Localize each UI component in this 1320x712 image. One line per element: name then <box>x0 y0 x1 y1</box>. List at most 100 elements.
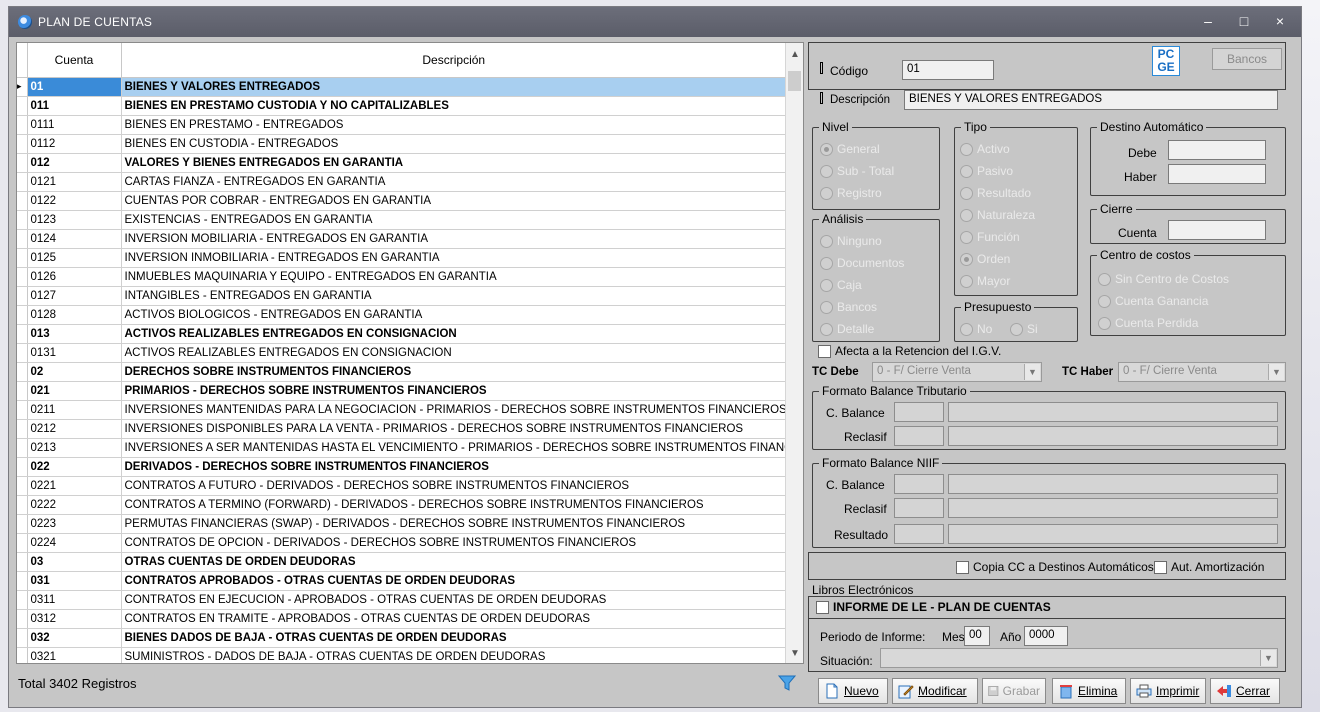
close-button[interactable]: × <box>1269 13 1291 29</box>
table-row[interactable]: 02 DERECHOS SOBRE INSTRUMENTOS FINANCIERO… <box>17 362 787 382</box>
table-row[interactable]: 022 DERIVADOS - DERECHOS SOBRE INSTRUMENT… <box>17 457 787 477</box>
descripcion-cell[interactable]: PERMUTAS FINANCIERAS (SWAP) - DERIVADOS … <box>121 514 787 534</box>
scroll-thumb[interactable] <box>788 71 801 91</box>
niif-cbalance-desc[interactable] <box>948 474 1278 494</box>
table-row[interactable]: 0311 CONTRATOS EN EJECUCION - APROBADOS -… <box>17 590 787 610</box>
table-row[interactable]: 012 VALORES Y BIENES ENTREGADOS EN GARANT… <box>17 153 787 173</box>
tipo-orden-radio[interactable]: Orden <box>960 252 1010 266</box>
descripcion-cell[interactable]: ACTIVOS REALIZABLES ENTREGADOS EN CONSIG… <box>121 343 787 363</box>
filter-icon[interactable] <box>778 674 796 692</box>
tributario-cbalance-code[interactable] <box>894 402 944 422</box>
cuenta-perdida-radio[interactable]: Cuenta Perdida <box>1098 316 1198 330</box>
descripcion-cell[interactable]: INVERSION MOBILIARIA - ENTREGADOS EN GAR… <box>121 229 787 249</box>
cuenta-cell[interactable]: 01 <box>27 77 122 97</box>
descripcion-cell[interactable]: ACTIVOS REALIZABLES ENTREGADOS EN CONSIG… <box>121 324 787 344</box>
table-row[interactable]: 0128 ACTIVOS BIOLOGICOS - ENTREGADOS EN G… <box>17 305 787 325</box>
maximize-button[interactable]: □ <box>1233 13 1255 29</box>
table-row[interactable]: 0312 CONTRATOS EN TRAMITE - APROBADOS - O… <box>17 609 787 629</box>
cuenta-cell[interactable]: 0121 <box>27 172 122 192</box>
cuenta-cell[interactable]: 0213 <box>27 438 122 458</box>
cuenta-cell[interactable]: 013 <box>27 324 122 344</box>
cuenta-cell[interactable]: 0125 <box>27 248 122 268</box>
column-header-descripcion[interactable]: Descripción <box>121 43 787 78</box>
niif-resultado-desc[interactable] <box>948 524 1278 544</box>
descripcion-cell[interactable]: CONTRATOS A FUTURO - DERIVADOS - DERECHO… <box>121 476 787 496</box>
cuenta-cell[interactable]: 0222 <box>27 495 122 515</box>
descripcion-cell[interactable]: BIENES EN PRESTAMO - ENTREGADOS <box>121 115 787 135</box>
sin-centro-costos-radio[interactable]: Sin Centro de Costos <box>1098 272 1229 286</box>
table-row[interactable]: 0124 INVERSION MOBILIARIA - ENTREGADOS EN… <box>17 229 787 249</box>
table-row[interactable]: 0121 CARTAS FIANZA - ENTREGADOS EN GARANT… <box>17 172 787 192</box>
elimina-button[interactable]: Elimina <box>1052 678 1126 704</box>
cuenta-cell[interactable]: 0123 <box>27 210 122 230</box>
descripcion-cell[interactable]: CONTRATOS A TERMINO (FORWARD) - DERIVADO… <box>121 495 787 515</box>
table-row[interactable]: 0112 BIENES EN CUSTODIA - ENTREGADOS <box>17 134 787 154</box>
cuenta-cell[interactable]: 0112 <box>27 134 122 154</box>
cuenta-cell[interactable]: 031 <box>27 571 122 591</box>
cuenta-cell[interactable]: 0131 <box>27 343 122 363</box>
table-row[interactable]: 032 BIENES DADOS DE BAJA - OTRAS CUENTAS … <box>17 628 787 648</box>
descripcion-field[interactable]: BIENES Y VALORES ENTREGADOS <box>904 90 1278 110</box>
descripcion-cell[interactable]: INVERSION INMOBILIARIA - ENTREGADOS EN G… <box>121 248 787 268</box>
cuenta-cell[interactable]: 0127 <box>27 286 122 306</box>
table-row[interactable]: 031 CONTRATOS APROBADOS - OTRAS CUENTAS D… <box>17 571 787 591</box>
descripcion-cell[interactable]: INVERSIONES A SER MANTENIDAS HASTA EL VE… <box>121 438 787 458</box>
cuenta-cell[interactable]: 012 <box>27 153 122 173</box>
descripcion-cell[interactable]: CONTRATOS EN EJECUCION - APROBADOS - OTR… <box>121 590 787 610</box>
table-row[interactable]: 0131 ACTIVOS REALIZABLES ENTREGADOS EN CO… <box>17 343 787 363</box>
table-row[interactable]: ▸ 01 BIENES Y VALORES ENTREGADOS <box>17 77 787 97</box>
descripcion-cell[interactable]: BIENES EN PRESTAMO CUSTODIA Y NO CAPITAL… <box>121 96 787 116</box>
cierre-cuenta-field[interactable] <box>1168 220 1266 240</box>
niif-reclasif-code[interactable] <box>894 498 944 518</box>
table-row[interactable]: 0211 INVERSIONES MANTENIDAS PARA LA NEGOC… <box>17 400 787 420</box>
mes-field[interactable]: 00 <box>964 626 990 646</box>
scroll-up-arrow-icon[interactable]: ▲ <box>786 49 803 60</box>
aut-amortizacion-checkbox[interactable]: Aut. Amortización <box>1154 560 1264 574</box>
table-row[interactable]: 0126 INMUEBLES MAQUINARIA Y EQUIPO - ENTR… <box>17 267 787 287</box>
analisis-ninguno-radio[interactable]: Ninguno <box>820 234 882 248</box>
analisis-caja-radio[interactable]: Caja <box>820 278 862 292</box>
cuenta-cell[interactable]: 0321 <box>27 647 122 663</box>
descripcion-cell[interactable]: INVERSIONES MANTENIDAS PARA LA NEGOCIACI… <box>121 400 787 420</box>
descripcion-cell[interactable]: EXISTENCIAS - ENTREGADOS EN GARANTIA <box>121 210 787 230</box>
cuenta-cell[interactable]: 0311 <box>27 590 122 610</box>
descripcion-cell[interactable]: VALORES Y BIENES ENTREGADOS EN GARANTIA <box>121 153 787 173</box>
descripcion-cell[interactable]: BIENES EN CUSTODIA - ENTREGADOS <box>121 134 787 154</box>
tributario-reclasif-desc[interactable] <box>948 426 1278 446</box>
descripcion-cell[interactable]: BIENES Y VALORES ENTREGADOS <box>121 77 787 97</box>
modificar-button[interactable]: Modificar <box>892 678 978 704</box>
pcge-logo[interactable]: PC GE <box>1152 46 1180 76</box>
nuevo-button[interactable]: Nuevo <box>818 678 888 704</box>
copia-cc-checkbox[interactable]: Copia CC a Destinos Automáticos <box>956 560 1154 574</box>
cuenta-cell[interactable]: 022 <box>27 457 122 477</box>
niif-resultado-code[interactable] <box>894 524 944 544</box>
descripcion-cell[interactable]: CONTRATOS APROBADOS - OTRAS CUENTAS DE O… <box>121 571 787 591</box>
table-row[interactable]: 0127 INTANGIBLES - ENTREGADOS EN GARANTIA <box>17 286 787 306</box>
niif-reclasif-desc[interactable] <box>948 498 1278 518</box>
informe-le-checkbox[interactable]: INFORME DE LE - PLAN DE CUENTAS <box>816 600 1051 614</box>
analisis-documentos-radio[interactable]: Documentos <box>820 256 904 270</box>
nivel-registro-radio[interactable]: Registro <box>820 186 882 200</box>
cuenta-cell[interactable]: 0211 <box>27 400 122 420</box>
tributario-reclasif-code[interactable] <box>894 426 944 446</box>
descripcion-cell[interactable]: CONTRATOS DE OPCION - DERIVADOS - DERECH… <box>121 533 787 553</box>
table-row[interactable]: 0224 CONTRATOS DE OPCION - DERIVADOS - DE… <box>17 533 787 553</box>
descripcion-cell[interactable]: OTRAS CUENTAS DE ORDEN DEUDORAS <box>121 552 787 572</box>
debe-field[interactable] <box>1168 140 1266 160</box>
tributario-cbalance-desc[interactable] <box>948 402 1278 422</box>
cuenta-cell[interactable]: 0223 <box>27 514 122 534</box>
cuenta-cell[interactable]: 03 <box>27 552 122 572</box>
haber-field[interactable] <box>1168 164 1266 184</box>
title-bar[interactable]: PLAN DE CUENTAS – □ × <box>9 7 1301 37</box>
descripcion-cell[interactable]: ACTIVOS BIOLOGICOS - ENTREGADOS EN GARAN… <box>121 305 787 325</box>
cuenta-cell[interactable]: 0224 <box>27 533 122 553</box>
table-row[interactable]: 0213 INVERSIONES A SER MANTENIDAS HASTA E… <box>17 438 787 458</box>
descripcion-cell[interactable]: DERIVADOS - DERECHOS SOBRE INSTRUMENTOS … <box>121 457 787 477</box>
table-row[interactable]: 0221 CONTRATOS A FUTURO - DERIVADOS - DER… <box>17 476 787 496</box>
cuenta-cell[interactable]: 0221 <box>27 476 122 496</box>
table-row[interactable]: 0122 CUENTAS POR COBRAR - ENTREGADOS EN G… <box>17 191 787 211</box>
presupuesto-si-radio[interactable]: Si <box>1010 322 1038 336</box>
table-row[interactable]: 0111 BIENES EN PRESTAMO - ENTREGADOS <box>17 115 787 135</box>
bancos-button[interactable]: Bancos <box>1212 48 1282 70</box>
tipo-activo-radio[interactable]: Activo <box>960 142 1010 156</box>
